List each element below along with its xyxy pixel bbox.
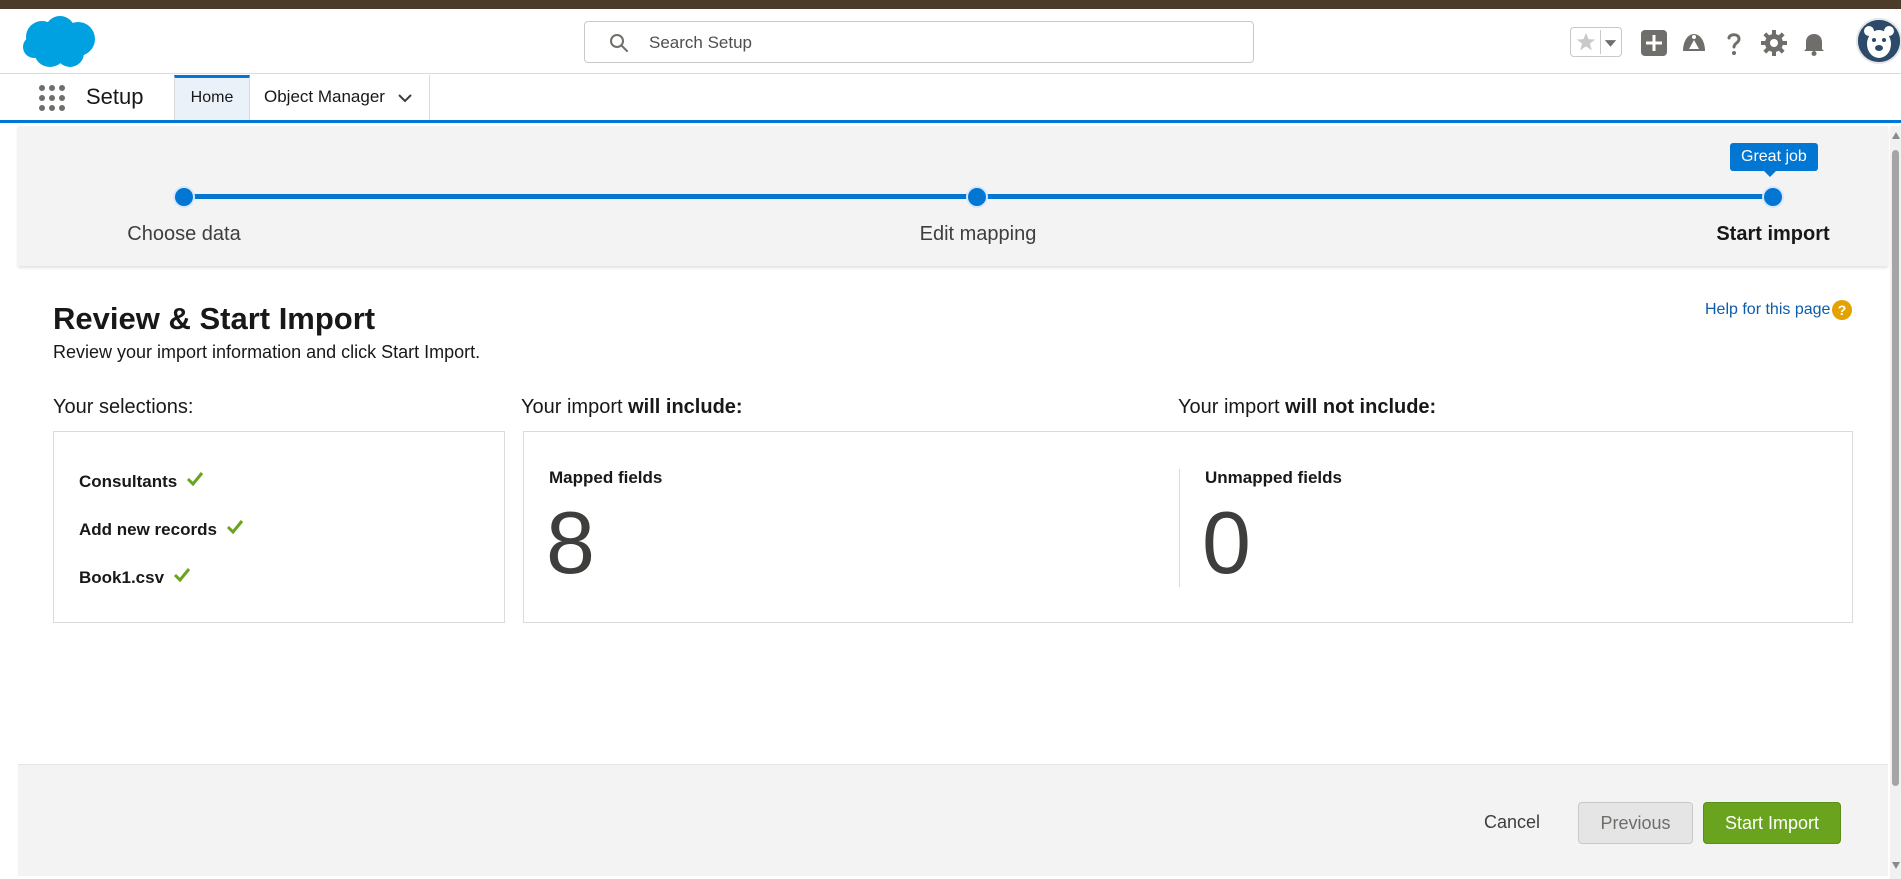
- selection-object: Consultants: [79, 472, 178, 491]
- nav-bar: Setup Home Object Manager: [0, 74, 1901, 123]
- selection-action: Add new records: [79, 520, 217, 539]
- step-label-choose-data: Choose data: [127, 223, 241, 245]
- page-subtitle: Review your import information and click…: [53, 342, 481, 362]
- mapped-fields-count: 8: [546, 493, 595, 592]
- page-title: Review & Start Import: [53, 301, 376, 336]
- import-wizard: Choose data Edit mapping Start import Gr…: [18, 126, 1888, 876]
- step-dot-edit-mapping[interactable]: [968, 188, 986, 206]
- scroll-up-arrow-icon[interactable]: [1892, 132, 1900, 139]
- exclude-heading-bold: will not include:: [1285, 396, 1437, 418]
- avatar[interactable]: [1856, 18, 1901, 64]
- step-label-edit-mapping: Edit mapping: [919, 223, 1037, 245]
- checkmark-icon: [186, 472, 204, 487]
- tab-home[interactable]: Home: [174, 75, 250, 120]
- gear-icon[interactable]: [1760, 29, 1788, 57]
- trailhead-icon[interactable]: [1680, 29, 1708, 57]
- mapped-fields-label: Mapped fields: [549, 468, 663, 487]
- top-stripe: [0, 0, 1901, 9]
- tab-object-manager[interactable]: Object Manager: [250, 75, 430, 120]
- step-tooltip: Great job: [1730, 143, 1818, 177]
- include-heading-prefix: Your import: [521, 396, 623, 418]
- selections-heading: Your selections:: [53, 396, 194, 418]
- add-icon[interactable]: [1640, 29, 1668, 57]
- search-input[interactable]: [649, 30, 1239, 56]
- search-box[interactable]: [584, 21, 1254, 63]
- previous-button[interactable]: Previous: [1578, 802, 1693, 844]
- selection-item: Consultants: [79, 470, 204, 492]
- favorites-star-icon[interactable]: [1575, 31, 1597, 53]
- global-header: [0, 9, 1901, 74]
- exclude-heading: Your import will not include:: [1178, 396, 1436, 419]
- unmapped-fields-count: 0: [1202, 493, 1251, 592]
- progress-indicator: Choose data Edit mapping Start import Gr…: [18, 126, 1888, 266]
- bell-icon[interactable]: [1800, 29, 1828, 57]
- search-icon: [610, 34, 628, 52]
- cancel-button[interactable]: Cancel: [1472, 802, 1552, 842]
- favorites-button[interactable]: [1570, 27, 1622, 57]
- scrollbar-thumb[interactable]: [1892, 150, 1899, 786]
- include-heading: Your import will include:: [521, 396, 743, 419]
- exclude-heading-prefix: Your import: [1178, 396, 1280, 418]
- import-summary-box: Mapped fields 8 Unmapped fields 0: [523, 431, 1853, 623]
- wizard-footer: Cancel Previous Start Import: [18, 764, 1888, 876]
- selection-item: Add new records: [79, 518, 244, 540]
- selection-file: Book1.csv: [79, 568, 165, 587]
- start-import-button[interactable]: Start Import: [1703, 802, 1841, 844]
- unmapped-fields-label: Unmapped fields: [1205, 468, 1342, 487]
- selections-box: Consultants Add new records Book1.csv: [53, 431, 505, 623]
- app-launcher-icon[interactable]: [38, 84, 66, 112]
- chevron-down-icon[interactable]: [1600, 30, 1620, 54]
- divider: [1179, 469, 1180, 587]
- step-dot-choose-data[interactable]: [175, 188, 193, 206]
- include-heading-bold: will include:: [628, 396, 743, 418]
- checkmark-icon: [173, 568, 190, 583]
- tab-object-manager-label: Object Manager: [264, 87, 385, 106]
- chevron-down-icon[interactable]: [396, 89, 414, 107]
- bear-avatar-icon: [1858, 20, 1900, 62]
- help-link[interactable]: Help for this page: [1705, 301, 1830, 319]
- help-icon[interactable]: [1720, 29, 1748, 57]
- checkmark-icon: [226, 520, 243, 535]
- help-question-icon[interactable]: ?: [1832, 300, 1852, 320]
- scroll-down-arrow-icon[interactable]: [1892, 862, 1900, 869]
- step-dot-start-import[interactable]: [1764, 188, 1782, 206]
- scrollbar[interactable]: [1890, 126, 1901, 879]
- selection-item: Book1.csv: [79, 566, 191, 588]
- step-label-start-import: Start import: [1716, 223, 1830, 245]
- salesforce-logo[interactable]: [20, 15, 98, 71]
- app-title: Setup: [86, 84, 144, 109]
